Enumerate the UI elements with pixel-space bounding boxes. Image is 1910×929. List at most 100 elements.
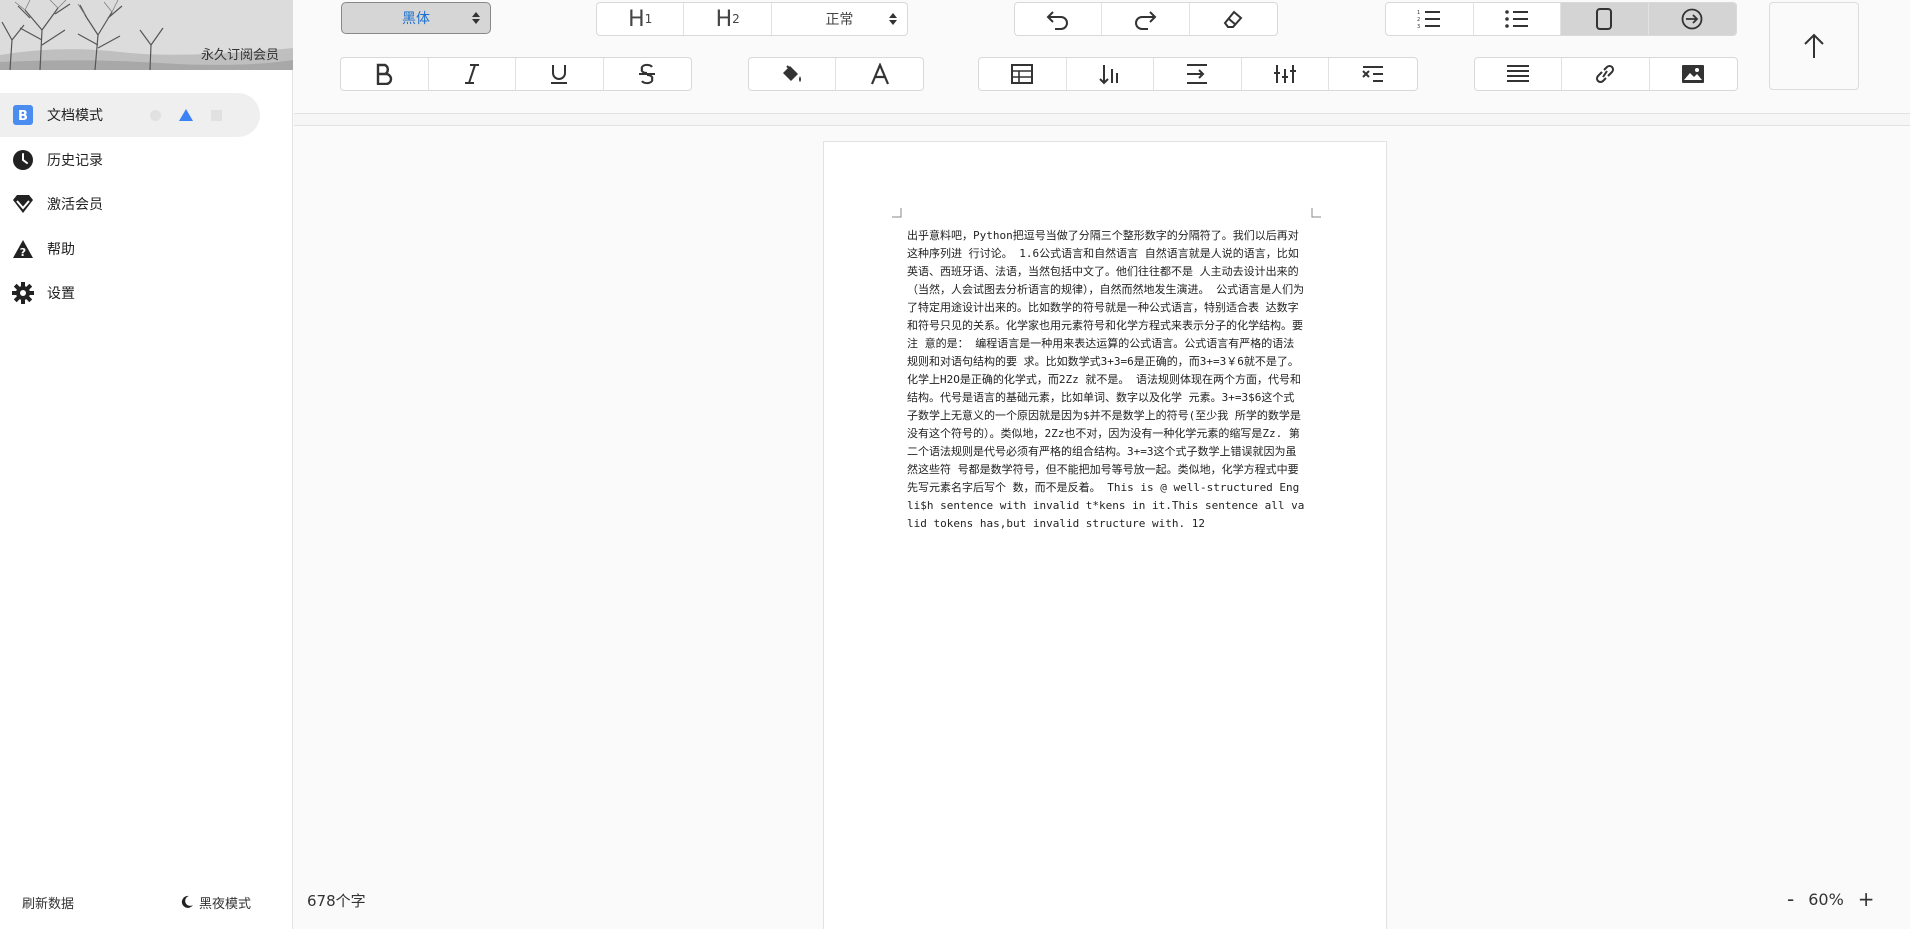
- sort-button[interactable]: [1067, 58, 1155, 90]
- clear-format-button[interactable]: [1190, 3, 1277, 35]
- export-button[interactable]: [1648, 3, 1736, 35]
- italic-icon: [464, 64, 479, 84]
- triangle-mode-icon[interactable]: [179, 109, 193, 121]
- sidebar-item-document-mode[interactable]: B 文档模式: [0, 93, 260, 137]
- ordered-list-button[interactable]: 123: [1386, 3, 1474, 35]
- sidebar: 永久订阅会员 B 文档模式 历史记录 激活会员 ? 帮助 设置 刷新数据 黑夜模…: [0, 0, 293, 929]
- svg-text:B: B: [18, 109, 28, 124]
- member-banner: 永久订阅会员: [0, 0, 293, 70]
- redo-icon: [1135, 11, 1157, 30]
- link-icon: [1596, 64, 1615, 84]
- sidebar-item-label: 设置: [47, 286, 75, 302]
- night-mode-label: 黑夜模式: [199, 896, 252, 912]
- zoom-level: 60%: [1808, 889, 1844, 909]
- svg-text:1: 1: [1417, 10, 1420, 16]
- phone-frame-icon: [1596, 8, 1613, 30]
- redo-button[interactable]: [1102, 3, 1190, 35]
- sidebar-item-settings[interactable]: 设置: [0, 271, 260, 315]
- sidebar-item-help[interactable]: ? 帮助: [0, 227, 260, 271]
- underline-button[interactable]: [516, 58, 604, 90]
- ordered-list-icon: 123: [1417, 10, 1441, 29]
- document-text[interactable]: 出乎意料吧，Python把逗号当做了分隔三个整形数字的分隔符了。我们以后再对这种…: [907, 227, 1305, 533]
- history-group: [1014, 2, 1278, 36]
- heading-2-button[interactable]: H2: [684, 3, 772, 35]
- underline-icon: [551, 65, 568, 84]
- circle-mode-icon[interactable]: [150, 109, 161, 121]
- align-justify-icon: [1507, 65, 1530, 82]
- bullet-list-button[interactable]: [1474, 3, 1561, 35]
- page-view-button[interactable]: [1561, 3, 1649, 35]
- svg-text:?: ?: [20, 246, 26, 259]
- insert-link-button[interactable]: [1562, 58, 1650, 90]
- text-size-select[interactable]: 正常: [772, 3, 907, 35]
- letter-a-icon: [870, 63, 889, 85]
- crop-mark-top-left: [892, 208, 902, 218]
- word-count: 678个字: [307, 892, 366, 910]
- remove-format-button[interactable]: [1329, 58, 1417, 90]
- circle-arrow-right-icon: [1681, 8, 1703, 30]
- italic-button[interactable]: [429, 58, 516, 90]
- zoom-control: - 60% +: [1787, 889, 1875, 909]
- night-mode-button[interactable]: 黑夜模式: [180, 893, 251, 912]
- updown-arrows-icon: [889, 13, 897, 25]
- updown-arrows-icon: [472, 12, 480, 24]
- gear-icon: [12, 282, 34, 304]
- sort-arrows-icon: [1099, 65, 1118, 85]
- scroll-to-top-button[interactable]: [1769, 2, 1859, 90]
- arrow-up-icon: [1804, 33, 1824, 58]
- eraser-icon: [1224, 10, 1243, 28]
- undo-button[interactable]: [1015, 3, 1103, 35]
- sidebar-item-label: 文档模式: [47, 108, 103, 124]
- sidebar-footer: 刷新数据 黑夜模式: [0, 884, 293, 920]
- diamond-icon: [12, 193, 34, 215]
- bold-icon: [377, 63, 393, 85]
- fill-color-button[interactable]: [749, 58, 836, 90]
- table-button[interactable]: [979, 58, 1067, 90]
- insert-image-button[interactable]: [1650, 58, 1737, 90]
- bullet-list-icon: [1504, 10, 1528, 28]
- sidebar-item-label: 帮助: [47, 242, 75, 258]
- b-badge-icon: B: [12, 104, 34, 126]
- strikethrough-button[interactable]: [604, 58, 692, 90]
- heading-group: H1 H2 正常: [596, 2, 908, 36]
- table-icon: [1011, 64, 1034, 84]
- bold-button[interactable]: [341, 58, 429, 90]
- list-view-group: 123: [1385, 2, 1737, 36]
- svg-text:2: 2: [1417, 17, 1420, 23]
- help-icon: ?: [12, 238, 34, 260]
- paint-bucket-icon: [783, 65, 801, 82]
- color-group: [748, 57, 924, 91]
- sidebar-item-label: 历史记录: [47, 153, 103, 169]
- vertical-distribute-icon: [1274, 65, 1297, 83]
- crop-mark-top-right: [1311, 208, 1321, 218]
- sidebar-item-history[interactable]: 历史记录: [0, 138, 260, 182]
- document-page[interactable]: 出乎意料吧，Python把逗号当做了分隔三个整形数字的分隔符了。我们以后再对这种…: [823, 141, 1387, 929]
- text-style-group: [340, 57, 692, 91]
- undo-icon: [1046, 11, 1069, 30]
- zoom-in-button[interactable]: +: [1858, 889, 1875, 909]
- clock-icon: [12, 149, 34, 171]
- format-group: [978, 57, 1418, 91]
- align-vertical-button[interactable]: [1242, 58, 1330, 90]
- indent-button[interactable]: [1154, 58, 1242, 90]
- strikethrough-icon: [639, 63, 656, 85]
- list-remove-icon: [1362, 66, 1384, 82]
- member-status-label: 永久订阅会员: [200, 48, 279, 63]
- font-color-button[interactable]: [836, 58, 923, 90]
- zoom-out-button[interactable]: -: [1787, 889, 1794, 909]
- square-mode-icon[interactable]: [211, 109, 222, 121]
- insert-group: [1474, 57, 1738, 91]
- align-justify-button[interactable]: [1475, 58, 1563, 90]
- text-size-value: 正常: [825, 12, 854, 28]
- mode-switcher: [150, 93, 222, 137]
- moon-icon: [181, 895, 193, 908]
- font-family-select[interactable]: 黑体: [341, 2, 491, 34]
- sidebar-item-label: 激活会员: [47, 197, 103, 213]
- indent-icon: [1187, 64, 1208, 84]
- svg-text:3: 3: [1417, 24, 1420, 29]
- heading-1-button[interactable]: H1: [597, 3, 685, 35]
- sidebar-item-activate-member[interactable]: 激活会员: [0, 182, 260, 226]
- refresh-data-button[interactable]: 刷新数据: [22, 893, 74, 912]
- font-family-value: 黑体: [402, 11, 430, 27]
- image-icon: [1682, 65, 1705, 83]
